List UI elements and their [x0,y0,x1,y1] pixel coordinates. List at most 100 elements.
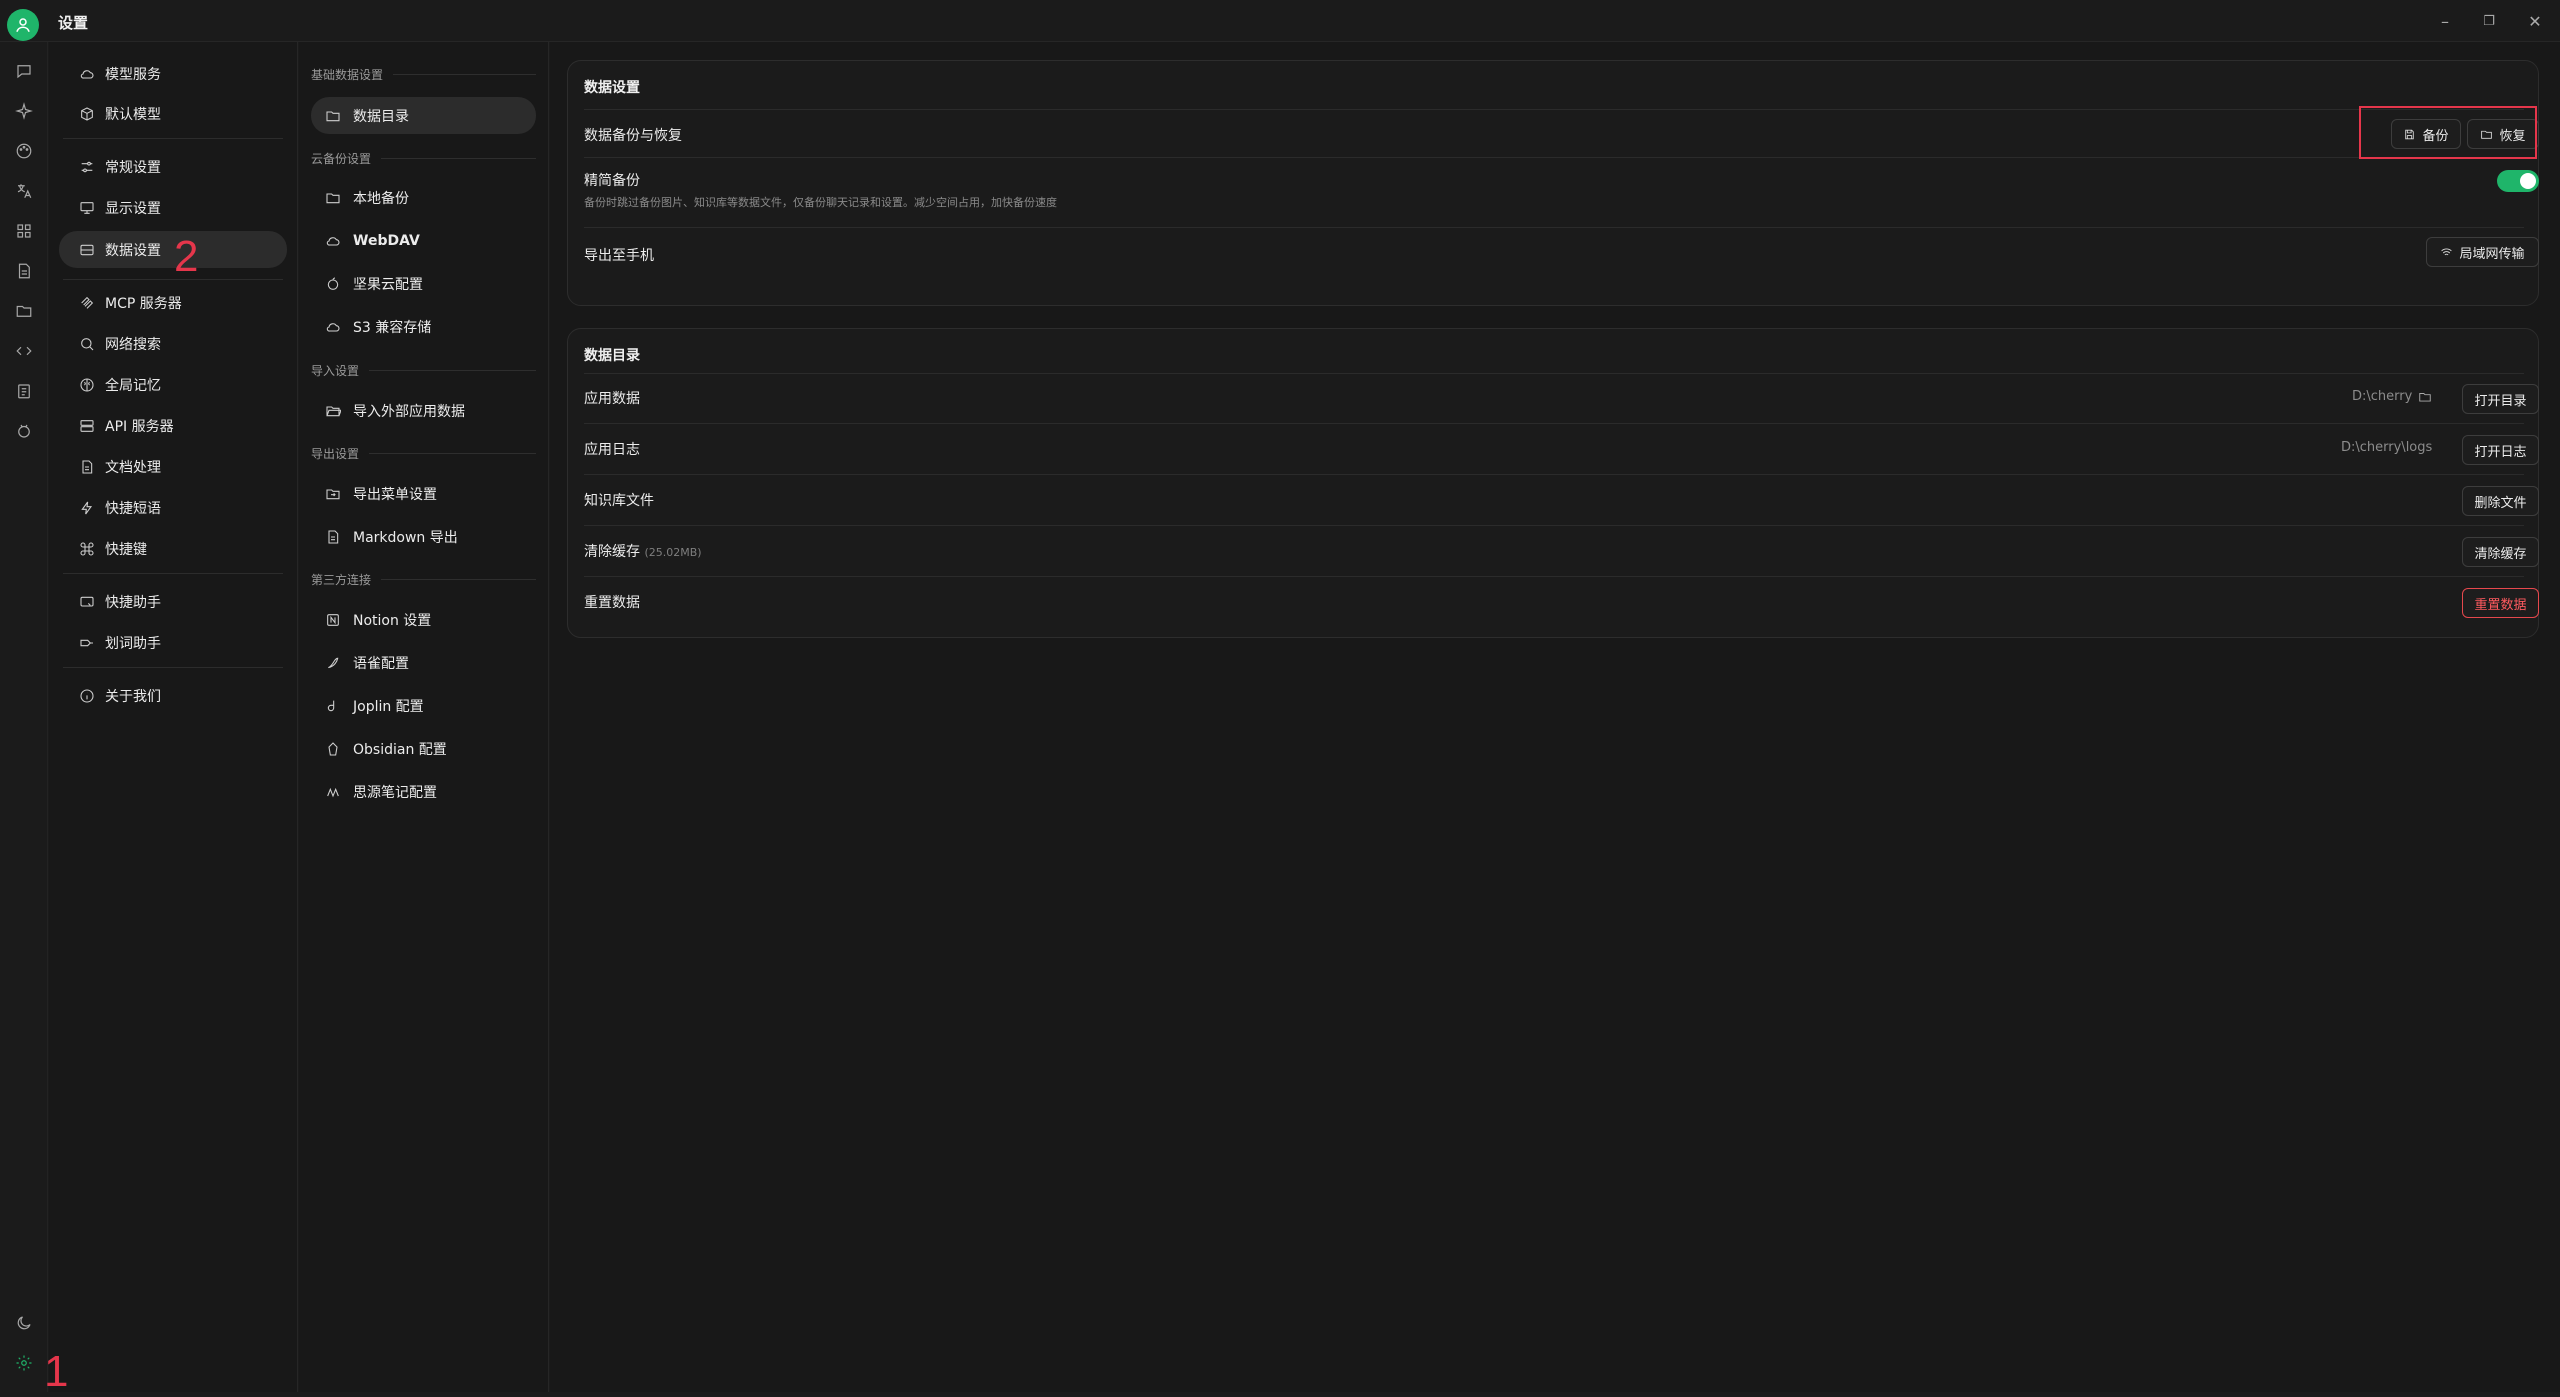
nav2-notion[interactable]: Notion 设置 [311,601,536,638]
cache-size: (25.02MB) [644,546,702,559]
nav2-data-directory[interactable]: 数据目录 [311,97,536,134]
nav-shortcuts[interactable]: 快捷键 [59,530,287,567]
bot-icon[interactable] [10,417,38,445]
lite-backup-toggle[interactable] [2497,170,2539,192]
nav-about[interactable]: 关于我们 [59,677,287,714]
app-log-path: D:\cherry\logs [2341,440,2433,455]
nav-divider [63,573,283,574]
lan-transfer-button[interactable]: 局域网传输 [2426,237,2539,267]
section-third-party: 第三方连接 [311,571,536,588]
reset-data-button[interactable]: 重置数据 [2462,588,2539,618]
export-icon [326,488,340,499]
palette-icon[interactable] [10,137,38,165]
nav2-yuque[interactable]: 语雀配置 [311,644,536,681]
assistant-icon [80,596,94,607]
title-bar: 设置 – ❐ ✕ [0,0,2560,42]
nav-model-service[interactable]: 模型服务 [59,55,287,92]
clear-cache-button[interactable]: 清除缓存 [2462,537,2539,567]
nav-display[interactable]: 显示设置 [59,189,287,226]
brain-icon [80,377,94,392]
folder-icon [326,110,340,121]
section-cloud-backup: 云备份设置 [311,150,536,167]
icon-sidebar [0,42,48,1392]
app-data-path: D:\cherry [2352,389,2432,404]
section-import: 导入设置 [311,362,536,379]
cube-icon [81,106,93,121]
clipboard-icon[interactable] [10,377,38,405]
cloud-icon [326,236,340,246]
nut-icon [327,276,339,290]
search-icon [81,337,94,350]
user-icon [16,18,30,32]
nav-web-search[interactable]: 网络搜索 [59,325,287,362]
annotation-number: 2 [174,232,199,281]
nav2-obsidian[interactable]: Obsidian 配置 [311,730,536,767]
clear-cache-row: 清除缓存 (25.02MB) 清除缓存 [584,525,2539,576]
section-basic-data: 基础数据设置 [311,66,536,83]
open-log-button[interactable]: 打开日志 [2462,435,2539,465]
nav2-import-external[interactable]: 导入外部应用数据 [311,392,536,429]
command-icon [80,542,94,555]
nav-document[interactable]: 文档处理 [59,448,287,485]
data-directory-card: 数据目录 应用数据 D:\cherry 打开目录 应用日志 D:\cherry\… [567,328,2539,638]
mcp-icon [81,296,94,309]
chat-icon[interactable] [10,57,38,85]
zap-icon [81,501,93,514]
yuque-icon [328,657,339,668]
nav2-export-menu[interactable]: 导出菜单设置 [311,475,536,512]
translate-icon[interactable] [10,177,38,205]
nav-quick-assistant[interactable]: 快捷助手 [59,583,287,620]
nav-global-memory[interactable]: 全局记忆 [59,366,287,403]
folder-icon [326,192,340,203]
delete-files-button[interactable]: 删除文件 [2462,486,2539,516]
nav2-s3[interactable]: S3 兼容存储 [311,308,536,345]
main-content: 数据设置 数据备份与恢复 备份 恢复 精简备份 备份时跳过备份图片、知识库等数据… [550,42,2560,1392]
data-settings-nav: 基础数据设置 数据目录 云备份设置 本地备份 WebDAV 坚果云配置 S3 兼… [299,42,549,1392]
user-avatar[interactable] [7,9,39,41]
data-settings-card: 数据设置 数据备份与恢复 备份 恢复 精简备份 备份时跳过备份图片、知识库等数据… [567,60,2539,306]
nav-divider [63,279,283,280]
minimize-button[interactable]: – [2430,8,2460,34]
lite-backup-description: 备份时跳过备份图片、知识库等数据文件，仅备份聊天记录和设置。减少空间占用，加快备… [584,196,1057,209]
nav2-joplin[interactable]: Joplin 配置 [311,687,536,724]
wifi-icon [2441,248,2453,257]
nav2-markdown-export[interactable]: Markdown 导出 [311,518,536,555]
info-icon [80,688,94,703]
nav-default-model[interactable]: 默认模型 [59,95,287,132]
nav2-nutstore[interactable]: 坚果云配置 [311,265,536,302]
nav-divider [63,667,283,668]
obsidian-icon [328,741,338,756]
cloud-icon [80,69,94,79]
settings-icon[interactable] [10,1349,38,1377]
folder-open-icon [326,405,341,416]
file-text-icon [328,529,339,544]
folder-icon[interactable] [10,297,38,325]
nav2-webdav[interactable]: WebDAV [311,222,536,259]
nav2-local-backup[interactable]: 本地备份 [311,179,536,216]
close-button[interactable]: ✕ [2520,8,2550,34]
export-phone-row: 导出至手机 局域网传输 [584,227,2539,279]
nav2-siyuan[interactable]: 思源笔记配置 [311,773,536,810]
app-log-row: 应用日志 D:\cherry\logs 打开日志 [584,423,2539,474]
lite-backup-row: 精简备份 备份时跳过备份图片、知识库等数据文件，仅备份聊天记录和设置。减少空间占… [584,157,2539,217]
section-export: 导出设置 [311,445,536,462]
nav-api-server[interactable]: API 服务器 [59,407,287,444]
open-directory-button[interactable]: 打开目录 [2462,384,2539,414]
nav-data-settings[interactable]: 数据设置 [59,231,287,268]
notion-icon [327,613,339,626]
files-icon[interactable] [10,257,38,285]
card-title: 数据目录 [584,348,640,364]
nav-mcp[interactable]: MCP 服务器 [59,284,287,321]
maximize-button[interactable]: ❐ [2474,8,2504,34]
reset-data-row: 重置数据 重置数据 [584,576,2539,627]
app-data-row: 应用数据 D:\cherry 打开目录 [584,373,2539,423]
nav-quick-phrases[interactable]: 快捷短语 [59,489,287,526]
nav-selection-assistant[interactable]: 划词助手 [59,624,287,661]
code-icon[interactable] [10,337,38,365]
nav-general[interactable]: 常规设置 [59,148,287,185]
window-title: 设置 [58,14,89,32]
moon-icon[interactable] [10,1309,38,1337]
sparkle-icon[interactable] [10,97,38,125]
folder-icon[interactable] [2418,390,2432,404]
apps-icon[interactable] [10,217,38,245]
